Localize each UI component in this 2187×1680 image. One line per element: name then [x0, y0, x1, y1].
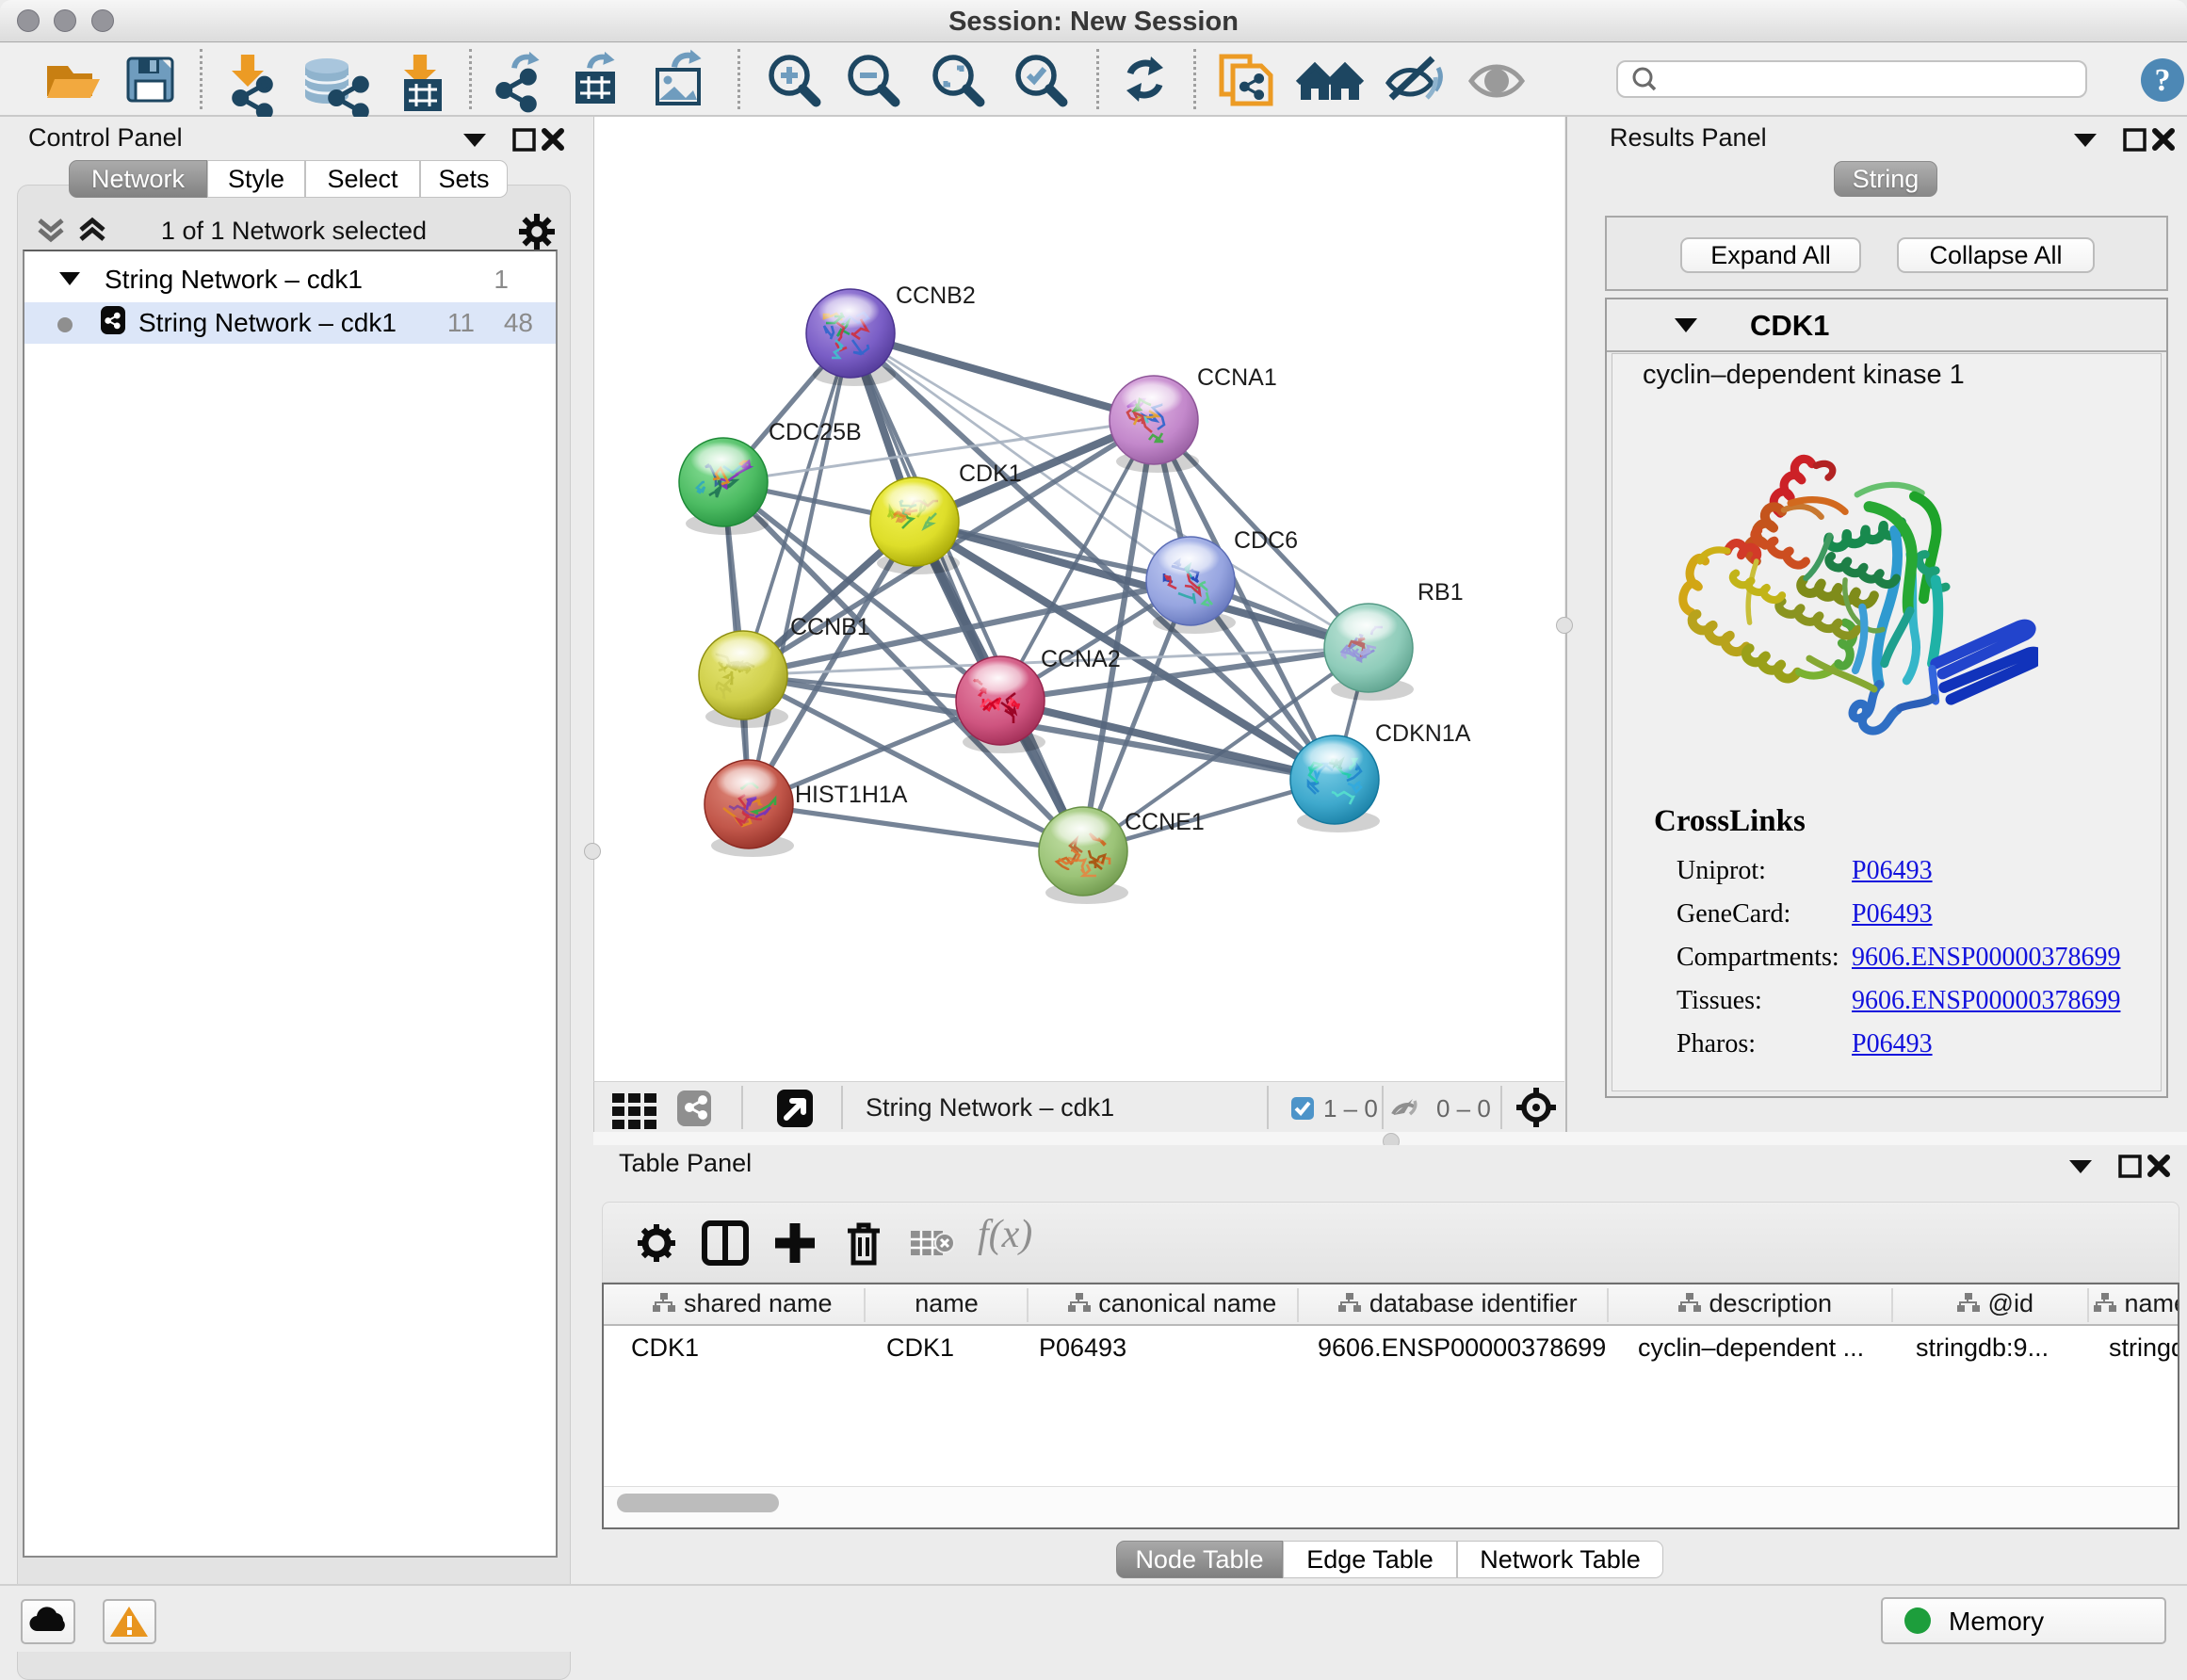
- svg-text:CDC25B: CDC25B: [769, 419, 862, 445]
- svg-text:CCNB2: CCNB2: [896, 283, 976, 309]
- svg-text:CDC6: CDC6: [1234, 527, 1298, 554]
- svg-text:CDKN1A: CDKN1A: [1375, 720, 1471, 747]
- svg-text:RB1: RB1: [1418, 579, 1464, 606]
- svg-text:?: ?: [2155, 63, 2171, 98]
- svg-text:HIST1H1A: HIST1H1A: [795, 782, 908, 808]
- svg-text:CCNA2: CCNA2: [1041, 646, 1121, 672]
- svg-text:CCNA1: CCNA1: [1197, 364, 1277, 391]
- svg-text:CDK1: CDK1: [959, 460, 1022, 487]
- svg-text:CCNB1: CCNB1: [790, 614, 870, 640]
- svg-text:CCNE1: CCNE1: [1125, 809, 1205, 835]
